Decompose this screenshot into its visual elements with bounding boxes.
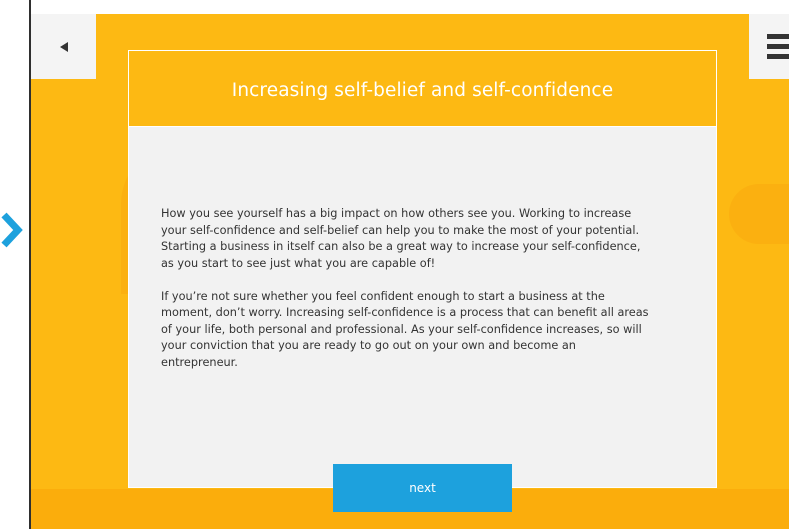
triangle-left-icon	[59, 41, 68, 52]
card-title: Increasing self-belief and self-confiden…	[231, 80, 614, 101]
background-shape-right	[729, 184, 789, 244]
paragraph-1: How you see yourself has a big impact on…	[161, 207, 641, 270]
card-header: Increasing self-belief and self-confiden…	[129, 51, 716, 127]
menu-button[interactable]	[749, 14, 789, 79]
back-button[interactable]	[31, 14, 96, 79]
left-gutter	[0, 0, 29, 529]
card-body: How you see yourself has a big impact on…	[161, 206, 701, 388]
paragraph-2: If you’re not sure whether you feel conf…	[161, 289, 649, 369]
chevron-right-icon[interactable]	[0, 212, 30, 248]
content-card: Increasing self-belief and self-confiden…	[128, 50, 717, 488]
next-button[interactable]: next	[333, 464, 512, 512]
